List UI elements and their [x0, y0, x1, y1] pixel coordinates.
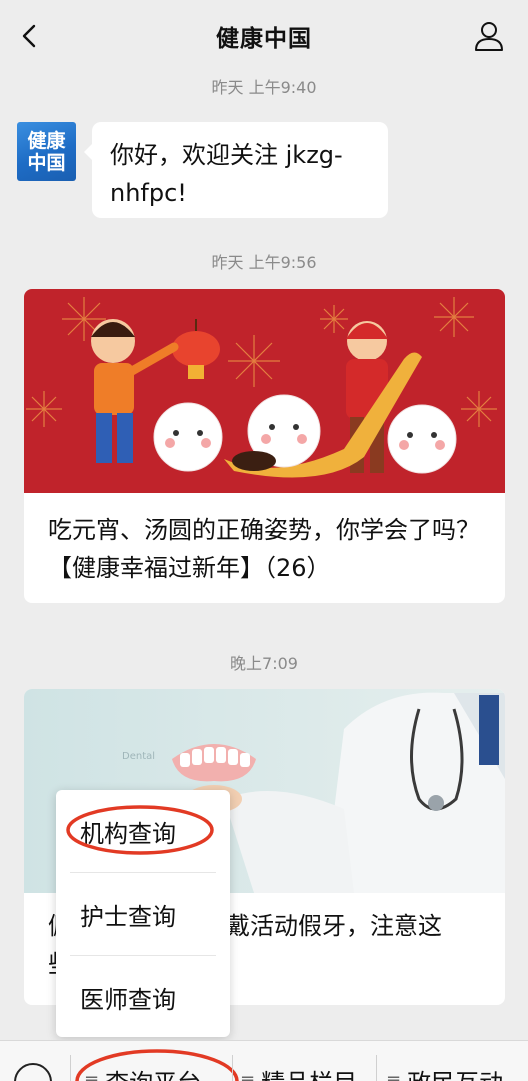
avatar-text: 健康中国: [27, 129, 66, 174]
submenu-popup: 机构查询 护士查询 医师查询: [56, 790, 230, 1037]
tab-featured-columns[interactable]: ≡ 精品栏目: [240, 1063, 357, 1081]
account-avatar[interactable]: 健康中国: [17, 122, 76, 181]
menu-lines-icon: ≡: [386, 1070, 402, 1081]
menu-item-nurse-query[interactable]: 护士查询: [56, 873, 230, 955]
menu-item-label: 医师查询: [80, 985, 176, 1014]
message-timestamp: 晚上7:09: [230, 654, 298, 673]
bottom-menu-bar: ≡ 查询平台 ≡ 精品栏目 ≡ 政民互动: [0, 1040, 528, 1081]
profile-icon[interactable]: [472, 18, 506, 54]
article-card-lantern-festival[interactable]: 吃元宵、汤圆的正确姿势，你学会了吗？【健康幸福过新年】（26）: [24, 289, 505, 603]
menu-item-label: 护士查询: [80, 902, 176, 931]
greeting-text: 你好，欢迎关注 jkzg-nhfpc!: [110, 141, 343, 207]
watermark-dental: Dental: [122, 751, 155, 762]
menu-separator: [232, 1055, 233, 1081]
menu-item-physician-query[interactable]: 医师查询: [56, 956, 230, 1038]
menu-separator: [70, 1055, 71, 1081]
page-title: 健康中国: [216, 26, 312, 52]
back-arrow-icon[interactable]: [12, 18, 48, 54]
menu-separator: [376, 1055, 377, 1081]
highlight-circle-annotation: [75, 1049, 239, 1081]
menu-lines-icon: ≡: [240, 1070, 256, 1081]
highlight-circle-annotation: [66, 805, 214, 855]
tab-citizen-interaction[interactable]: ≡ 政民互动: [386, 1063, 503, 1081]
tab-label: 政民互动: [407, 1063, 503, 1081]
article-title[interactable]: 吃元宵、汤圆的正确姿势，你学会了吗？【健康幸福过新年】（26）: [48, 511, 489, 587]
article-cover-image: [24, 289, 505, 493]
tab-label: 精品栏目: [261, 1063, 357, 1081]
keyboard-toggle-icon[interactable]: [14, 1063, 52, 1081]
top-nav-bar: 健康中国: [0, 0, 528, 72]
article-title-middle: 戴活动假牙，注意这: [226, 912, 442, 940]
message-timestamp: 昨天 上午9:56: [211, 253, 317, 272]
message-timestamp: 昨天 上午9:40: [211, 78, 317, 97]
greeting-message-bubble: 你好，欢迎关注 jkzg-nhfpc!: [84, 122, 388, 218]
